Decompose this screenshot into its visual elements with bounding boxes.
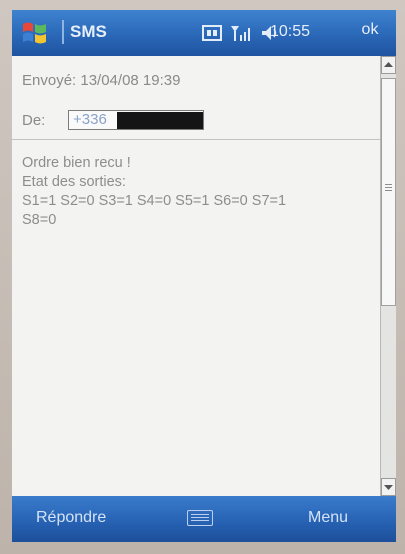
from-label: De:	[22, 111, 46, 129]
scroll-thumb[interactable]	[381, 78, 396, 306]
windows-start-icon[interactable]	[20, 18, 50, 48]
title-separator	[62, 20, 64, 44]
vertical-scrollbar[interactable]	[380, 56, 396, 496]
scroll-grip-icon	[385, 184, 392, 193]
keyboard-icon[interactable]	[187, 510, 213, 526]
header-divider	[12, 139, 380, 140]
status-icons	[202, 20, 280, 46]
ok-button[interactable]: ok	[352, 21, 388, 43]
from-field[interactable]: +336	[68, 110, 204, 130]
network-connection-icon[interactable]	[202, 23, 222, 43]
clock-time[interactable]: 10:55	[270, 23, 310, 41]
menu-softkey[interactable]: Menu	[308, 509, 348, 527]
message-line: Etat des sorties:	[22, 174, 126, 190]
message-body: Ordre bien recu ! Etat des sorties: S1=1…	[22, 154, 372, 230]
message-line: S1=1 S2=0 S3=1 S4=0 S5=1 S6=0 S7=1	[22, 193, 287, 209]
soft-key-bar: Répondre Menu	[12, 496, 396, 542]
from-row: De: +336	[22, 108, 204, 132]
sent-date: Envoyé: 13/04/08 19:39	[22, 72, 181, 89]
message-line: Ordre bien recu !	[22, 155, 131, 171]
redacted-number	[117, 112, 203, 129]
app-title: SMS	[70, 22, 107, 41]
phone-device: SMS 10:55 ok Envoyé: 13/04/08 19:39 De: …	[0, 0, 405, 554]
from-value: +336	[73, 111, 107, 128]
phone-screen: SMS 10:55 ok Envoyé: 13/04/08 19:39 De: …	[12, 10, 396, 542]
scroll-down-button[interactable]	[381, 478, 396, 496]
arrow-up-icon	[384, 62, 393, 67]
signal-strength-icon[interactable]	[230, 23, 252, 43]
message-view: Envoyé: 13/04/08 19:39 De: +336 Ordre bi…	[12, 56, 380, 496]
title-bar: SMS 10:55 ok	[12, 10, 396, 56]
reply-softkey[interactable]: Répondre	[36, 509, 106, 527]
arrow-down-icon	[384, 485, 393, 490]
scroll-up-button[interactable]	[381, 56, 396, 74]
message-line: S8=0	[22, 212, 57, 228]
